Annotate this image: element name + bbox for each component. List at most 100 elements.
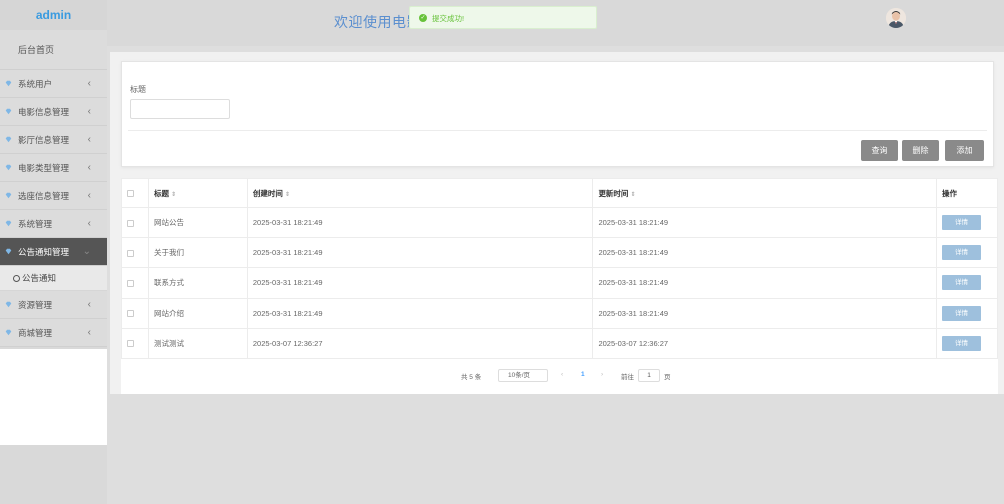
sidebar-item-notices[interactable]: 公告通知管理 ⌄ — [0, 238, 107, 266]
delete-button[interactable]: 删除 — [902, 140, 939, 161]
column-updated-label: 更新时间 — [598, 188, 629, 198]
user-avatar-icon — [886, 8, 906, 28]
row-created: 2025-03-31 18:21:49 — [246, 206, 594, 239]
diamond-icon — [5, 220, 12, 227]
prev-page-icon[interactable]: ‹ — [561, 371, 563, 378]
chevron-left-icon: ‹ — [87, 134, 91, 145]
column-header-created[interactable]: 创建时间 ⇕ — [246, 178, 594, 208]
table-header-row: 标题 ⇕ 创建时间 ⇕ 更新时间 ⇕ 操作 — [121, 178, 998, 208]
row-select-cell — [121, 267, 149, 299]
chevron-left-icon: ‹ — [87, 106, 91, 117]
sort-icon[interactable]: ⇕ — [630, 192, 635, 198]
sidebar-item-movies[interactable]: 电影信息管理 ‹ — [0, 98, 107, 126]
chevron-left-icon: ‹ — [87, 190, 91, 201]
row-actions: 详情 — [936, 267, 998, 299]
column-created-label: 创建时间 — [252, 188, 283, 198]
goto-page-input[interactable]: 1 — [638, 369, 660, 382]
table-row: 测试测试 2025-03-07 12:36:27 2025-03-07 12:3… — [121, 327, 998, 359]
chevron-left-icon: ‹ — [87, 327, 91, 338]
page-number-current[interactable]: 1 — [581, 371, 585, 378]
next-page-icon[interactable]: › — [601, 371, 603, 378]
app-logo[interactable]: admin — [0, 0, 107, 30]
row-actions: 详情 — [936, 297, 998, 329]
row-created: 2025-03-31 18:21:49 — [246, 267, 594, 299]
detail-button[interactable]: 详情 — [942, 335, 981, 351]
chevron-left-icon: ‹ — [87, 299, 91, 310]
row-actions: 详情 — [936, 206, 998, 239]
row-select-cell — [121, 327, 149, 359]
diamond-icon — [5, 192, 12, 199]
diamond-icon — [5, 108, 12, 115]
sidebar-subitem-notice[interactable]: 公告通知 — [0, 266, 107, 291]
sidebar-item-system[interactable]: 系统管理 ‹ — [0, 210, 107, 238]
diamond-icon — [5, 329, 12, 336]
detail-button[interactable]: 详情 — [942, 275, 981, 291]
column-header-title[interactable]: 标题 ⇕ — [147, 178, 248, 208]
sidebar-item-seats[interactable]: 选座信息管理 ‹ — [0, 182, 107, 210]
sidebar-item-shop[interactable]: 商城管理 ‹ — [0, 319, 107, 347]
success-toast: ✓ 提交成功! — [409, 6, 597, 29]
table-row: 网站介绍 2025-03-31 18:21:49 2025-03-31 18:2… — [121, 297, 998, 329]
sidebar-item-label: 资源管理 — [18, 300, 53, 310]
sidebar-item-resources[interactable]: 资源管理 ‹ — [0, 291, 107, 319]
sidebar-item-users[interactable]: 系统用户 ‹ — [0, 70, 107, 98]
divider — [128, 130, 987, 131]
row-title: 网站介绍 — [147, 297, 248, 329]
query-button[interactable]: 查询 — [861, 140, 898, 161]
sort-icon[interactable]: ⇕ — [285, 192, 290, 198]
chevron-down-icon: ⌄ — [82, 246, 91, 257]
column-header-updated[interactable]: 更新时间 ⇕ — [592, 178, 937, 208]
row-checkbox[interactable] — [127, 340, 134, 348]
row-checkbox[interactable] — [127, 249, 134, 257]
title-search-input[interactable] — [130, 99, 230, 119]
select-all-cell — [121, 178, 149, 208]
sidebar-subitem-label: 公告通知 — [22, 273, 57, 283]
detail-button[interactable]: 详情 — [942, 305, 981, 321]
sidebar-item-label: 电影信息管理 — [18, 107, 70, 117]
table-row: 网站公告 2025-03-31 18:21:49 2025-03-31 18:2… — [121, 206, 998, 239]
sidebar: admin 后台首页 系统用户 ‹ 电影信息管理 ‹ 影厅信息管理 ‹ 电影类型… — [0, 0, 107, 504]
select-all-checkbox[interactable] — [127, 190, 134, 198]
column-title-label: 标题 — [153, 188, 169, 198]
sidebar-item-label: 系统管理 — [18, 219, 53, 229]
sidebar-item-halls[interactable]: 影厅信息管理 ‹ — [0, 126, 107, 154]
row-updated: 2025-03-31 18:21:49 — [592, 206, 937, 239]
table-row: 联系方式 2025-03-31 18:21:49 2025-03-31 18:2… — [121, 267, 998, 299]
diamond-icon — [5, 136, 12, 143]
sidebar-item-movie-types[interactable]: 电影类型管理 ‹ — [0, 154, 107, 182]
row-select-cell — [121, 206, 149, 239]
table-row: 关于我们 2025-03-31 18:21:49 2025-03-31 18:2… — [121, 237, 998, 269]
row-title: 联系方式 — [147, 267, 248, 299]
row-updated: 2025-03-07 12:36:27 — [592, 327, 937, 359]
row-actions: 详情 — [936, 327, 998, 359]
goto-suffix: 页 — [664, 374, 671, 381]
diamond-icon — [5, 301, 12, 308]
diamond-icon — [5, 248, 12, 255]
add-button[interactable]: 添加 — [945, 140, 984, 161]
row-checkbox[interactable] — [127, 219, 134, 227]
detail-button[interactable]: 详情 — [942, 245, 981, 261]
pagination-total: 共 5 条 — [461, 374, 482, 381]
row-checkbox[interactable] — [127, 310, 134, 318]
row-title: 测试测试 — [147, 327, 248, 359]
row-checkbox[interactable] — [127, 279, 134, 287]
avatar[interactable] — [886, 8, 906, 28]
sidebar-item-home[interactable]: 后台首页 — [0, 30, 107, 70]
main-content: 标题 查询 删除 添加 标题 ⇕ 创建时间 ⇕ 更新时间 ⇕ 操作 网站公告 2… — [110, 52, 1004, 394]
check-circle-icon — [13, 275, 20, 282]
row-created: 2025-03-31 18:21:49 — [246, 297, 594, 329]
sidebar-blank-area — [0, 349, 107, 445]
page-size-select[interactable]: 10条/页 — [498, 369, 548, 382]
title-field-label: 标题 — [130, 85, 146, 94]
notice-table: 标题 ⇕ 创建时间 ⇕ 更新时间 ⇕ 操作 网站公告 2025-03-31 18:21… — [121, 178, 998, 359]
diamond-icon — [5, 80, 12, 87]
sort-icon[interactable]: ⇕ — [171, 192, 176, 198]
row-created: 2025-03-31 18:21:49 — [246, 237, 594, 269]
sidebar-menu: 后台首页 系统用户 ‹ 电影信息管理 ‹ 影厅信息管理 ‹ 电影类型管理 ‹ 选… — [0, 30, 107, 347]
detail-button[interactable]: 详情 — [942, 215, 981, 231]
row-updated: 2025-03-31 18:21:49 — [592, 237, 937, 269]
row-updated: 2025-03-31 18:21:49 — [592, 297, 937, 329]
sidebar-item-label: 商城管理 — [18, 328, 53, 338]
column-header-actions: 操作 — [936, 178, 998, 208]
toast-message: 提交成功! — [432, 14, 465, 23]
